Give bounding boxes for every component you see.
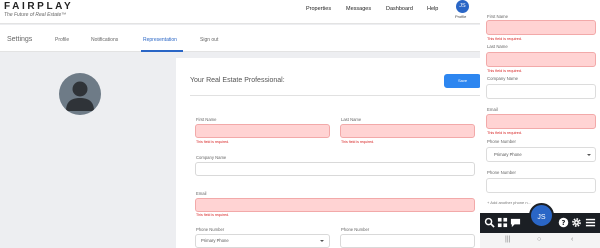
- email-field[interactable]: [195, 198, 475, 212]
- home-icon[interactable]: ○: [537, 236, 541, 243]
- first-name-label: First Name: [196, 117, 217, 122]
- user-profile-label[interactable]: Profile: [455, 14, 466, 19]
- mobile-phone-number-field[interactable]: [486, 178, 596, 193]
- mobile-email-label: Email: [487, 107, 498, 112]
- search-icon[interactable]: [484, 217, 495, 228]
- profile-avatar-placeholder[interactable]: [59, 73, 101, 115]
- page-title: Settings: [7, 36, 33, 43]
- last-name-field[interactable]: [340, 124, 475, 138]
- mobile-email-error: This field is required.: [487, 131, 523, 135]
- user-avatar[interactable]: JS: [456, 0, 469, 13]
- top-bar: FAIRPLAY The Future of Real Estate™ Prop…: [0, 0, 480, 24]
- first-name-field[interactable]: [195, 124, 330, 138]
- nav-messages[interactable]: Messages: [346, 6, 371, 12]
- company-name-field[interactable]: [195, 162, 475, 176]
- settings-icon[interactable]: [571, 217, 582, 228]
- nav-dashboard[interactable]: Dashboard: [386, 6, 413, 12]
- mobile-chevron-down-icon: [587, 154, 591, 156]
- active-tab-indicator: [141, 50, 183, 52]
- grid-icon[interactable]: [497, 217, 508, 228]
- chevron-down-icon: [320, 240, 324, 242]
- tab-representation[interactable]: Representation: [143, 37, 177, 43]
- person-icon: [66, 81, 94, 111]
- last-name-label: Last Name: [341, 117, 362, 122]
- form-heading: Your Real Estate Professional:: [190, 77, 285, 84]
- mobile-last-name-field[interactable]: [486, 52, 596, 67]
- save-button[interactable]: Save: [444, 74, 480, 88]
- add-phone-link[interactable]: + Add another phone n...: [487, 200, 531, 205]
- svg-text:?: ?: [562, 219, 566, 227]
- representation-form-card: [176, 58, 480, 248]
- mobile-view: First Name This field is required. Last …: [480, 0, 600, 248]
- recent-apps-icon[interactable]: |||: [505, 236, 510, 243]
- nav-properties[interactable]: Properties: [306, 6, 331, 12]
- phone-number-label: Phone Number: [341, 227, 370, 232]
- mobile-last-name-error: This field is required.: [487, 69, 523, 73]
- phone-type-select[interactable]: Primary Phone: [195, 234, 330, 248]
- mobile-first-name-field[interactable]: [486, 20, 596, 35]
- first-name-error: This field is required.: [196, 140, 230, 144]
- email-error: This field is required.: [196, 213, 230, 217]
- menu-icon[interactable]: [585, 217, 596, 228]
- company-name-label: Company Name: [196, 155, 227, 160]
- back-icon[interactable]: ‹: [571, 236, 573, 243]
- phone-number-field[interactable]: [340, 234, 475, 248]
- nav-help[interactable]: Help: [427, 6, 438, 12]
- mobile-email-field[interactable]: [486, 114, 596, 129]
- tab-profile[interactable]: Profile: [55, 37, 69, 43]
- mobile-phone-type-label: Phone Number: [487, 139, 516, 144]
- tab-sign-out[interactable]: Sign out: [200, 37, 218, 43]
- desktop-view: FAIRPLAY The Future of Real Estate™ Prop…: [0, 0, 480, 248]
- mobile-phone-type-select[interactable]: Primary Phone: [486, 147, 596, 162]
- last-name-error: This field is required.: [341, 140, 375, 144]
- brand-tagline: The Future of Real Estate™: [4, 12, 67, 18]
- brand-logo[interactable]: FAIRPLAY: [4, 1, 73, 12]
- settings-tabs-bar: Settings Profile Notifications Represent…: [0, 25, 480, 52]
- mobile-first-name-error: This field is required.: [487, 37, 523, 41]
- email-label: Email: [196, 191, 207, 196]
- phone-type-label: Phone Number: [196, 227, 225, 232]
- chat-icon[interactable]: [510, 217, 521, 228]
- form-divider: [190, 95, 480, 96]
- mobile-company-name-field[interactable]: [486, 84, 596, 99]
- mobile-last-name-label: Last Name: [487, 44, 508, 49]
- mobile-first-name-label: First Name: [487, 14, 509, 19]
- tab-notifications[interactable]: Notifications: [91, 37, 118, 43]
- help-icon[interactable]: ?: [558, 217, 569, 228]
- mobile-phone-number-label: Phone Number: [487, 170, 516, 175]
- mobile-user-avatar[interactable]: JS: [529, 203, 554, 228]
- mobile-company-name-label: Company Name: [487, 76, 519, 81]
